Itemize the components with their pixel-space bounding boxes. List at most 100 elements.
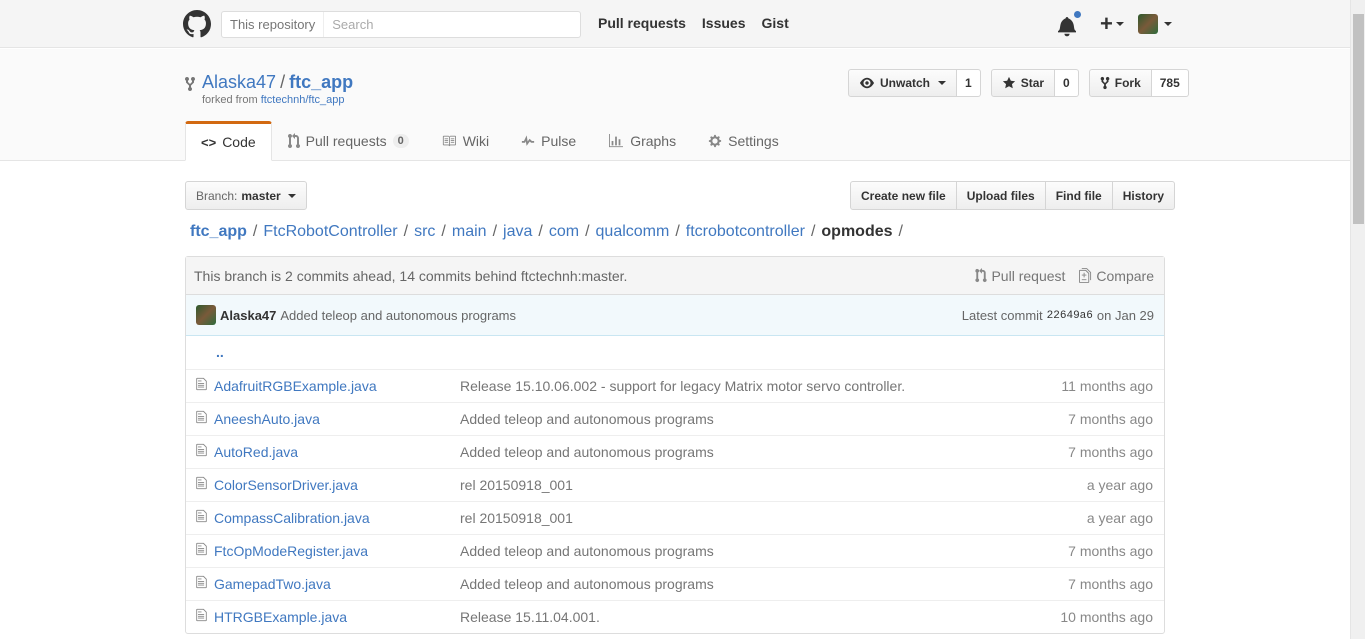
file-commit-message-link[interactable]: Added teleop and autonomous programs xyxy=(460,576,714,592)
file-text-icon xyxy=(196,509,207,523)
compare-label: Compare xyxy=(1096,267,1154,284)
fork-label: Fork xyxy=(1114,76,1141,90)
breadcrumb-item[interactable]: java xyxy=(503,223,532,240)
commit-author-link[interactable]: Alaska47 xyxy=(220,308,276,323)
forked-from: forked from ftctechnh/ftc_app xyxy=(202,94,344,106)
breadcrumb-item[interactable]: ftc_app xyxy=(190,223,247,240)
file-commit-message-link[interactable]: rel 20150918_001 xyxy=(460,477,573,493)
file-name-link[interactable]: CompassCalibration.java xyxy=(214,510,370,526)
compare-link[interactable]: Compare xyxy=(1079,268,1154,284)
unwatch-button[interactable]: Unwatch xyxy=(848,69,958,97)
path-separator: / xyxy=(585,223,590,240)
file-name-link[interactable]: FtcOpModeRegister.java xyxy=(214,543,368,559)
file-commit-message-link[interactable]: Added teleop and autonomous programs xyxy=(460,543,714,559)
commit-message-link[interactable]: Added teleop and autonomous programs xyxy=(280,308,516,323)
breadcrumb-item[interactable]: src xyxy=(414,223,435,240)
path-separator: / xyxy=(810,223,816,240)
page-scrollbar[interactable] xyxy=(1350,0,1365,639)
table-row: ColorSensorDriver.java rel 20150918_001 a … xyxy=(186,467,1164,501)
unwatch-label: Unwatch xyxy=(880,76,931,90)
repo-owner-link[interactable]: Alaska47 xyxy=(202,72,276,92)
star-button[interactable]: Star xyxy=(990,69,1056,97)
nav-gist[interactable]: Gist xyxy=(762,15,789,31)
branch-select-button[interactable]: Branch: master xyxy=(185,181,307,210)
code-icon: <> xyxy=(201,134,217,150)
tab-pull-requests[interactable]: Pull requests 0 xyxy=(272,121,425,161)
tab-wiki[interactable]: Wiki xyxy=(425,121,505,161)
header-nav: Pull requests Issues Gist xyxy=(598,15,789,31)
table-row: GamepadTwo.java Added teleop and autonomo… xyxy=(186,566,1164,600)
pulse-icon xyxy=(522,135,535,146)
tab-label: Wiki xyxy=(462,133,490,149)
nav-pull-requests[interactable]: Pull requests xyxy=(598,15,686,31)
breadcrumb-item[interactable]: qualcomm xyxy=(596,223,670,240)
upload-files-button[interactable]: Upload files xyxy=(955,181,1046,210)
pull-request-link[interactable]: Pull request xyxy=(975,268,1065,284)
pull-request-icon xyxy=(287,133,300,148)
book-icon xyxy=(442,135,456,147)
file-commit-message-link[interactable]: Release 15.11.04.001. xyxy=(460,609,600,625)
commit-sha-link[interactable]: 22649a6 xyxy=(1047,308,1093,323)
pagehead-actions: Unwatch 1 Star 0 Fork 785 xyxy=(848,69,1189,97)
diff-icon xyxy=(1079,268,1092,283)
breadcrumb-item[interactable]: ftcrobotcontroller xyxy=(686,223,805,240)
table-cell: AutoRed.java xyxy=(213,434,459,468)
tab-code[interactable]: <> Code xyxy=(185,121,272,161)
caret-down-icon xyxy=(1115,22,1124,26)
breadcrumb: ftc_app / FtcRobotController / src / main / java… xyxy=(190,223,909,241)
file-name-link[interactable]: HTRGBExample.java xyxy=(214,609,347,625)
file-name-link[interactable]: ColorSensorDriver.java xyxy=(214,477,358,493)
fork-group: Fork 785 xyxy=(1088,69,1189,97)
star-group: Star 0 xyxy=(990,69,1079,97)
tab-settings[interactable]: Settings xyxy=(692,121,795,161)
table-cell: ColorSensorDriver.java xyxy=(213,467,459,501)
tab-pulse[interactable]: Pulse xyxy=(505,121,592,161)
repo-name-link[interactable]: ftc_app xyxy=(289,72,353,92)
stargazers-count[interactable]: 0 xyxy=(1055,69,1079,97)
file-text-icon xyxy=(196,476,207,490)
path-separator: / xyxy=(675,223,680,240)
up-tree-row[interactable]: .. xyxy=(186,336,1164,369)
user-nav: + xyxy=(1058,10,1172,37)
page: This repository Pull requests Issues Gis… xyxy=(0,0,1365,639)
file-commit-message-link[interactable]: Added teleop and autonomous programs xyxy=(460,411,714,427)
breadcrumb-item[interactable]: FtcRobotController xyxy=(263,223,397,240)
breadcrumb-item[interactable]: com xyxy=(549,223,579,240)
file-name-link[interactable]: AneeshAuto.java xyxy=(214,411,320,427)
file-name-link[interactable]: AdafruitRGBExample.java xyxy=(214,378,377,394)
history-button[interactable]: History xyxy=(1111,181,1176,210)
file-age: 7 months ago xyxy=(1024,566,1164,600)
file-name-link[interactable]: GamepadTwo.java xyxy=(214,576,331,592)
table-cell: FtcOpModeRegister.java xyxy=(213,533,459,567)
breadcrumb-item[interactable]: main xyxy=(452,223,487,240)
table-cell: GamepadTwo.java xyxy=(213,566,459,600)
notifications-bell-icon[interactable] xyxy=(1058,10,1082,37)
find-file-button[interactable]: Find file xyxy=(1044,181,1113,210)
star-icon xyxy=(1002,76,1015,89)
forked-from-link[interactable]: ftctechnh/ftc_app xyxy=(261,94,345,106)
file-commit-message-link[interactable]: Release 15.10.06.002 - support for legac… xyxy=(460,378,905,394)
create-new-dropdown[interactable]: + xyxy=(1100,11,1124,37)
scrollbar-thumb[interactable] xyxy=(1353,14,1364,224)
file-commit-message-link[interactable]: rel 20150918_001 xyxy=(460,510,573,526)
up-tree-link[interactable]: .. xyxy=(213,336,1164,369)
tab-graphs[interactable]: Graphs xyxy=(592,121,692,161)
file-listing: This branch is 2 commits ahead, 14 commi… xyxy=(185,256,1165,634)
commit-date: on Jan 29 xyxy=(1096,307,1154,323)
file-age: 7 months ago xyxy=(1024,533,1164,567)
file-age: a year ago xyxy=(1024,467,1164,501)
search-input[interactable] xyxy=(324,17,580,32)
star-label: Star xyxy=(1020,76,1045,90)
nav-issues[interactable]: Issues xyxy=(702,15,746,31)
user-menu-dropdown[interactable] xyxy=(1137,14,1172,34)
avatar[interactable] xyxy=(196,305,216,325)
infobar-actions: Pull request Compare xyxy=(975,268,1154,284)
file-commit-message-link[interactable]: Added teleop and autonomous programs xyxy=(460,444,714,460)
github-logo-icon[interactable] xyxy=(183,10,211,38)
commit-meta: Latest commit 22649a6 on Jan 29 xyxy=(962,308,1154,323)
watchers-count[interactable]: 1 xyxy=(957,69,981,97)
forks-count[interactable]: 785 xyxy=(1151,69,1189,97)
create-new-file-button[interactable]: Create new file xyxy=(850,181,957,210)
file-name-link[interactable]: AutoRed.java xyxy=(214,444,298,460)
fork-button[interactable]: Fork xyxy=(1088,69,1152,97)
